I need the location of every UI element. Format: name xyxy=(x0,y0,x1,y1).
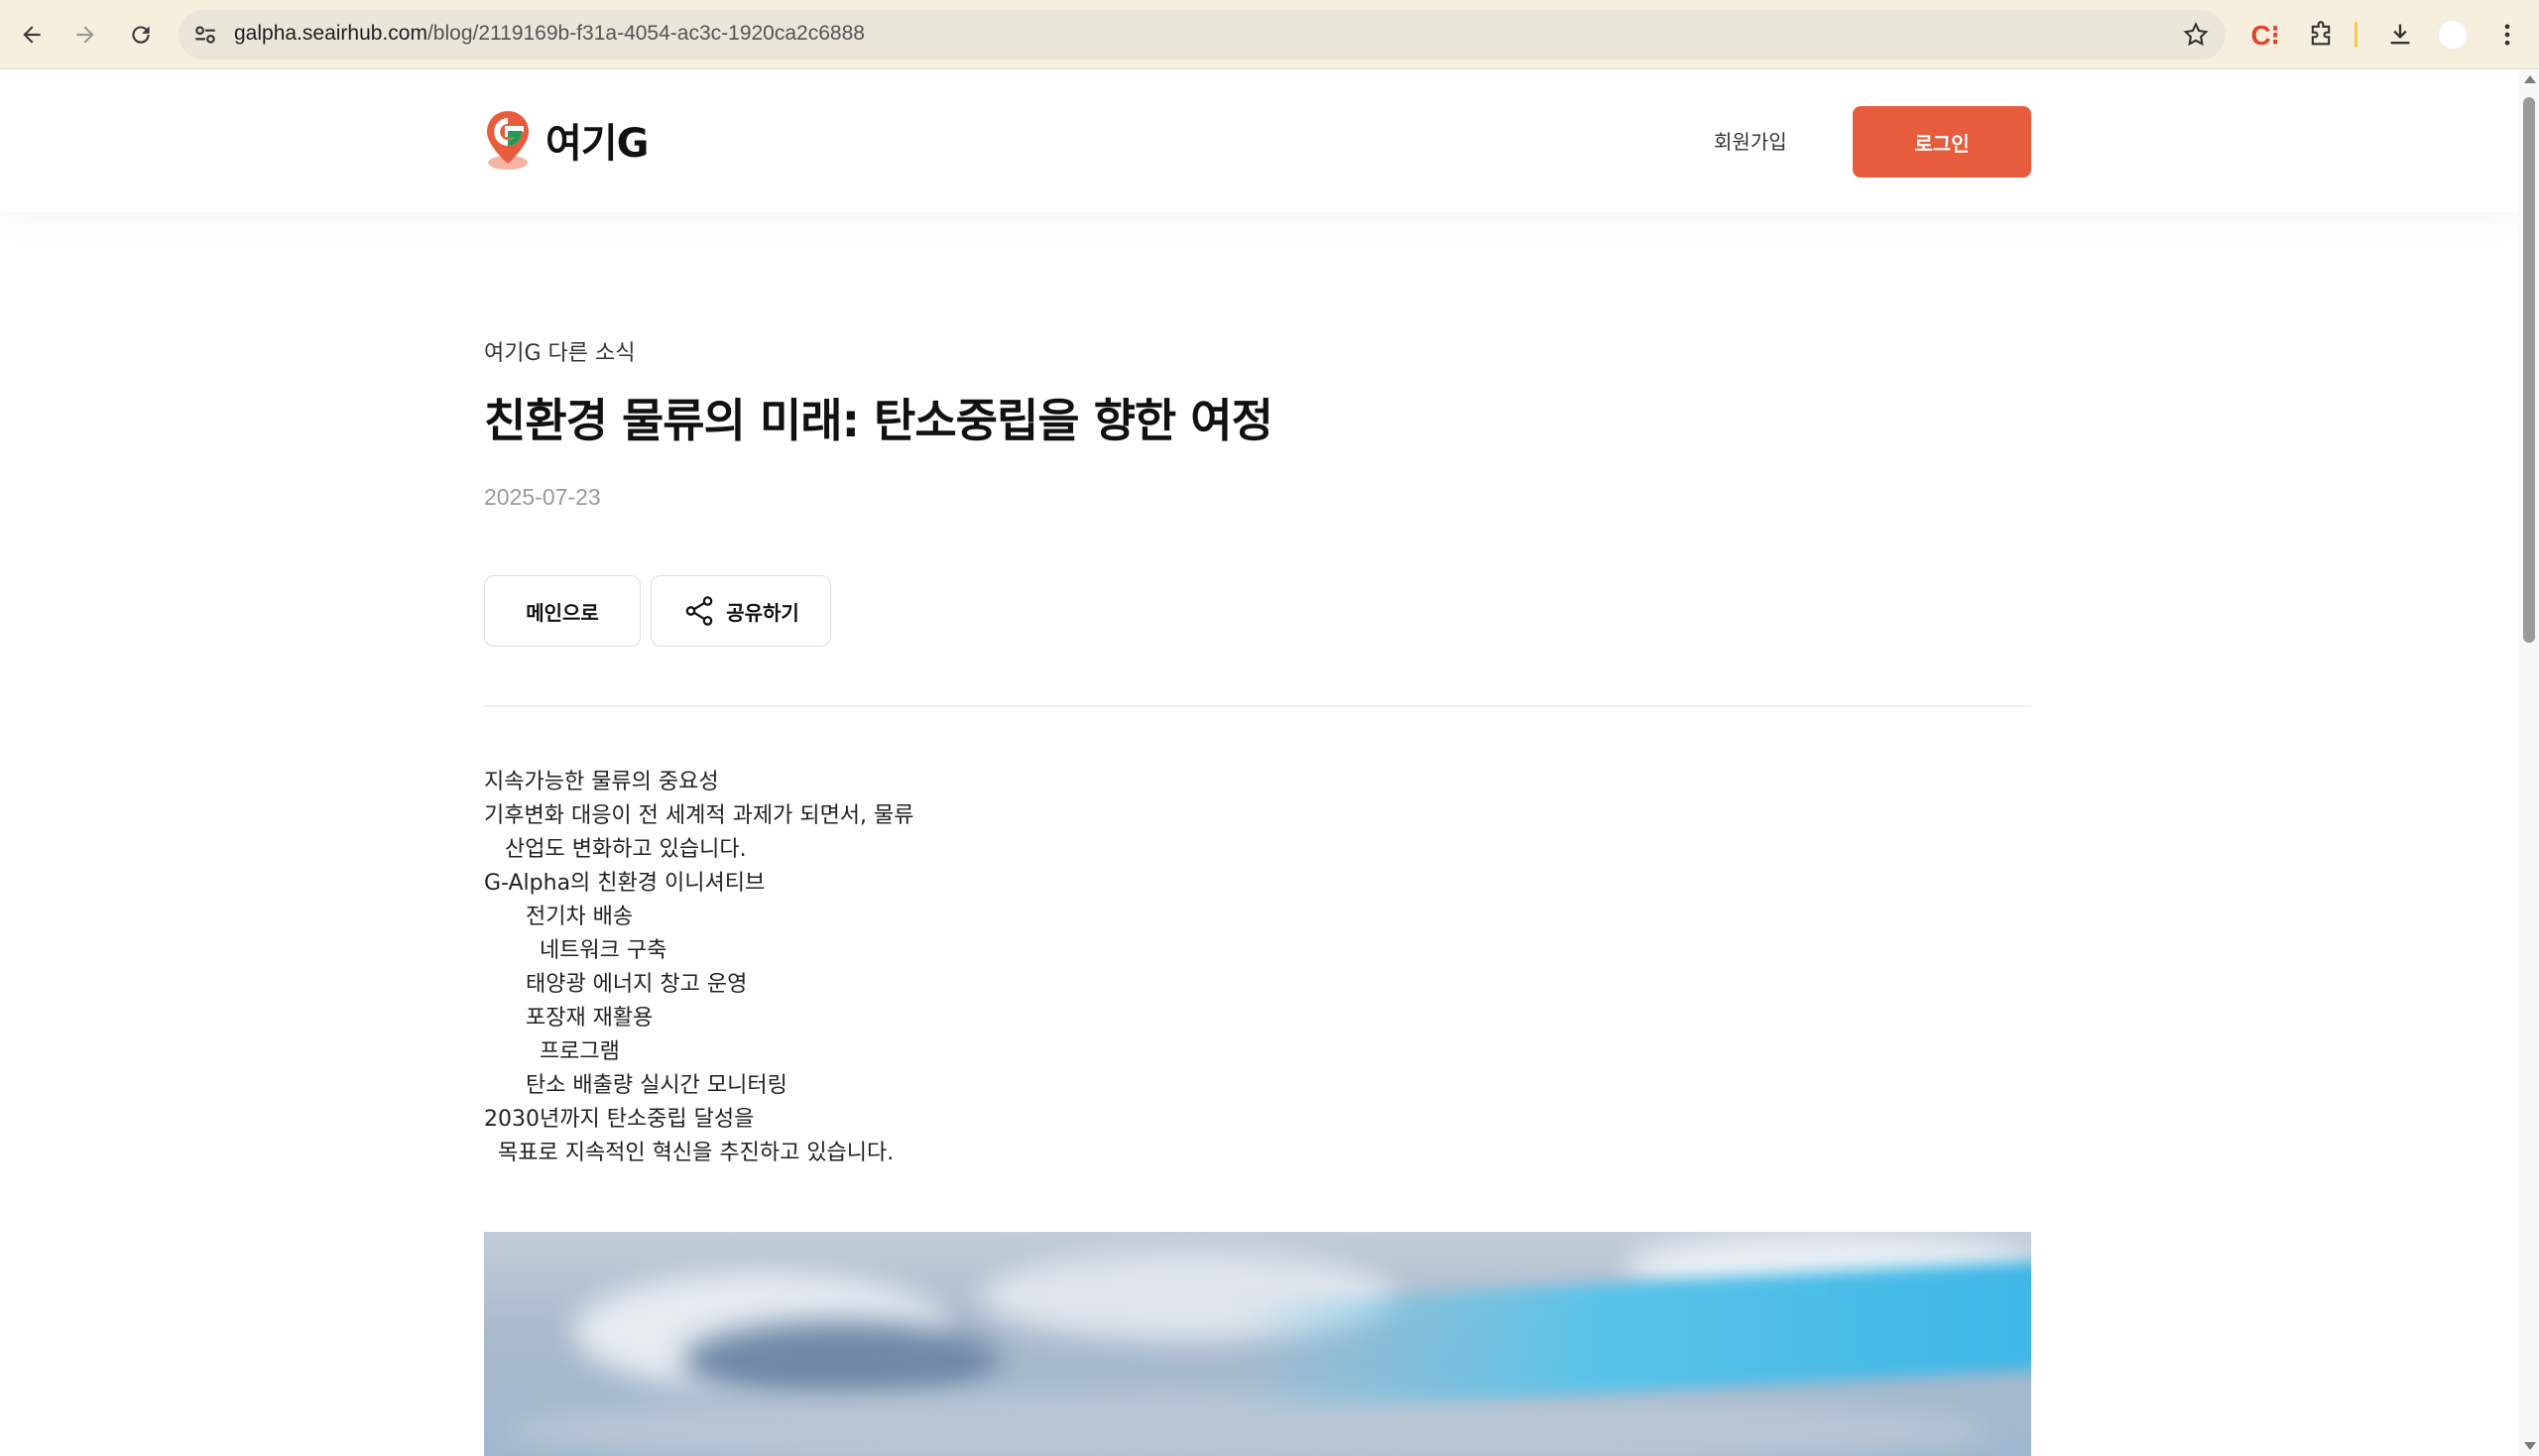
kebab-menu-icon xyxy=(2504,24,2510,46)
article-body: 지속가능한 물류의 중요성 기후변화 대응이 전 세계적 과제가 되면서, 물류… xyxy=(484,766,914,1170)
extensions-button[interactable] xyxy=(2303,17,2339,53)
body-line: 태양광 에너지 창고 운영 xyxy=(484,972,748,997)
site-header: 여기G 회원가입 로그인 xyxy=(0,69,2519,212)
body-line: G-Alpha의 친환경 이니셔티브 xyxy=(484,871,766,896)
url-text: galpha.seairhub.com/blog/2119169b-f31a-4… xyxy=(234,22,865,46)
scroll-up-arrow-icon[interactable] xyxy=(2524,75,2536,83)
body-line: 기후변화 대응이 전 세계적 과제가 되면서, 물류 xyxy=(484,803,914,828)
signup-link[interactable]: 회원가입 xyxy=(1714,126,1787,155)
body-line: 탄소 배출량 실시간 모니터링 xyxy=(484,1073,787,1098)
article-category: 여기G 다른 소식 xyxy=(484,341,636,366)
bookmark-star-icon[interactable] xyxy=(2182,21,2210,49)
page: 여기G 회원가입 로그인 여기G 다른 소식 친환경 물류의 미래: 탄소중립을… xyxy=(0,69,2519,1456)
article-hero-image xyxy=(484,1232,2031,1456)
body-line: 지속가능한 물류의 중요성 xyxy=(484,770,719,794)
body-line: 2030년까지 탄소중립 달성을 xyxy=(484,1107,755,1132)
logo-pin-icon xyxy=(487,111,529,170)
login-button[interactable]: 로그인 xyxy=(1853,106,2031,178)
site-settings-icon[interactable] xyxy=(192,22,218,48)
reload-button[interactable] xyxy=(123,17,159,53)
extension-c-button[interactable]: C⁝ xyxy=(2247,17,2283,53)
back-to-main-button[interactable]: 메인으로 xyxy=(484,575,641,647)
downloads-button[interactable] xyxy=(2382,17,2418,53)
profile-avatar[interactable] xyxy=(2438,20,2468,50)
body-line: 포장재 재활용 xyxy=(484,1006,654,1031)
url-path: /blog/2119169b-f31a-4054-ac3c-1920ca2c68… xyxy=(426,22,865,45)
menu-button[interactable] xyxy=(2489,17,2525,53)
reload-icon xyxy=(132,26,150,44)
arrow-left-icon xyxy=(23,26,41,44)
address-bar[interactable]: galpha.seairhub.com/blog/2119169b-f31a-4… xyxy=(179,10,2226,60)
site-logo[interactable]: 여기G xyxy=(484,109,649,171)
download-icon xyxy=(2390,24,2410,45)
back-button[interactable] xyxy=(14,17,50,53)
share-button-label: 공유하기 xyxy=(726,600,799,625)
share-icon xyxy=(685,596,713,626)
body-line: 네트워크 구축 xyxy=(484,938,667,963)
share-button[interactable]: 공유하기 xyxy=(651,575,831,647)
body-line: 전기차 배송 xyxy=(484,905,634,929)
article-date: 2025-07-23 xyxy=(484,484,601,510)
logo-text: 여기G xyxy=(545,121,649,167)
extension-c-icon: C⁝ xyxy=(2250,19,2280,51)
forward-button[interactable] xyxy=(67,17,103,53)
body-line: 산업도 변화하고 있습니다. xyxy=(484,837,747,862)
arrow-right-icon xyxy=(76,26,94,44)
scrollbar-thumb[interactable] xyxy=(2523,97,2535,643)
content-divider xyxy=(484,705,2031,707)
scroll-down-arrow-icon[interactable] xyxy=(2524,1442,2536,1450)
browser-toolbar: galpha.seairhub.com/blog/2119169b-f31a-4… xyxy=(0,0,2539,69)
toolbar-divider xyxy=(2355,22,2358,48)
puzzle-icon xyxy=(2311,21,2331,46)
body-line: 프로그램 xyxy=(484,1039,620,1064)
body-line: 목표로 지속적인 혁신을 추진하고 있습니다. xyxy=(484,1141,895,1165)
url-host: galpha.seairhub.com xyxy=(234,22,427,45)
page-scrollbar[interactable] xyxy=(2519,69,2539,1456)
article-title: 친환경 물류의 미래: 탄소중립을 향한 여정 xyxy=(484,394,1273,447)
